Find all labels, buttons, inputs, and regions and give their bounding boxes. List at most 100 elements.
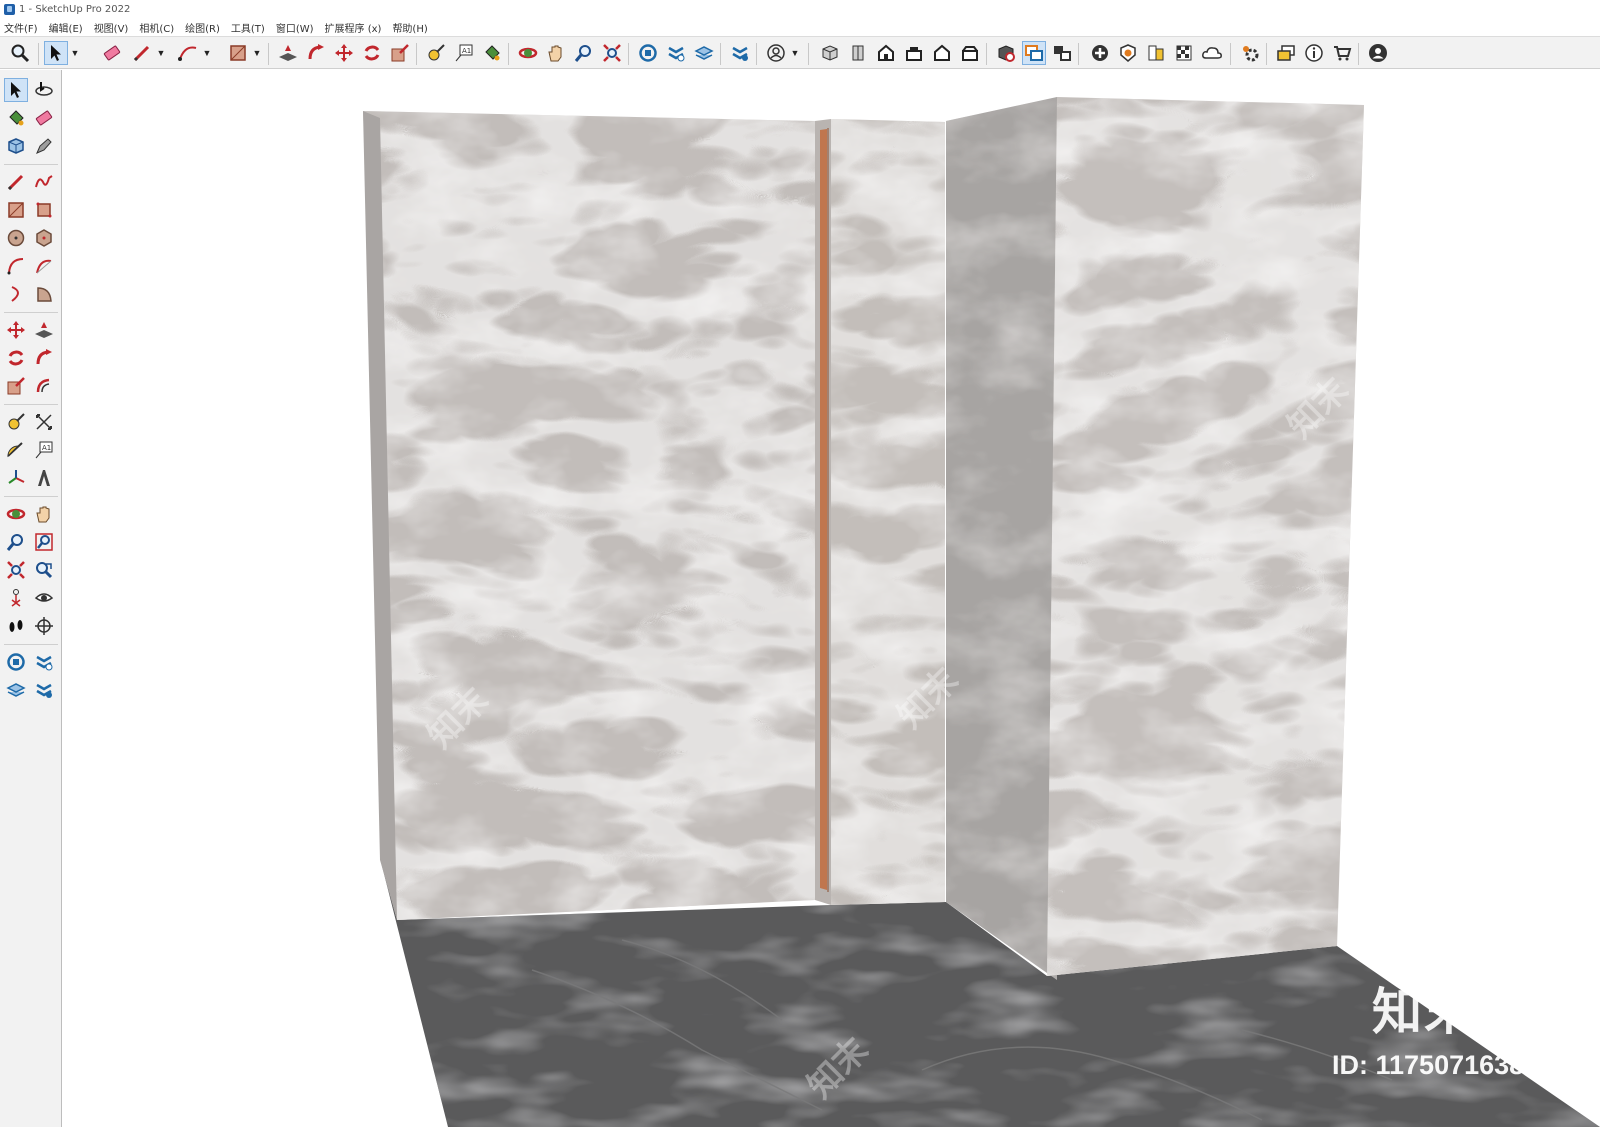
dimension-icon[interactable]: [32, 410, 56, 434]
pie-icon[interactable]: [32, 282, 56, 306]
scale-icon[interactable]: [4, 374, 28, 398]
eraser-icon[interactable]: [100, 41, 124, 65]
rectangle-icon[interactable]: [226, 41, 250, 65]
zoom-extents-icon[interactable]: [600, 41, 624, 65]
settings-icon[interactable]: [1238, 41, 1262, 65]
look-around-icon[interactable]: [32, 586, 56, 610]
menu-file[interactable]: 文件(F): [4, 20, 38, 35]
zoom-window-icon[interactable]: [32, 530, 56, 554]
pencil-line-icon[interactable]: [130, 41, 154, 65]
pan-icon[interactable]: [32, 502, 56, 526]
iso-view-icon[interactable]: [818, 41, 842, 65]
3d-text-icon[interactable]: [32, 466, 56, 490]
zoom-icon[interactable]: [4, 530, 28, 554]
paint-bucket-icon[interactable]: [480, 41, 504, 65]
account-icon[interactable]: [764, 41, 788, 65]
text-icon[interactable]: A1: [32, 438, 56, 462]
add-location-icon[interactable]: [1088, 41, 1112, 65]
pencil-icon[interactable]: [4, 170, 28, 194]
freehand-icon[interactable]: [32, 170, 56, 194]
line-dropdown-icon[interactable]: ▼: [156, 41, 166, 65]
groups-icon[interactable]: [1050, 41, 1074, 65]
rectangle-icon[interactable]: [4, 198, 28, 222]
follow-me-icon[interactable]: [32, 346, 56, 370]
circle-icon[interactable]: [4, 226, 28, 250]
back-view-icon[interactable]: [930, 41, 954, 65]
protractor-icon[interactable]: [4, 438, 28, 462]
menu-help[interactable]: 帮助(H): [392, 20, 427, 35]
push-pull-icon[interactable]: [32, 318, 56, 342]
section-plane-icon[interactable]: [32, 614, 56, 638]
components-icon[interactable]: [1022, 41, 1046, 65]
previous-view-icon[interactable]: [32, 558, 56, 582]
orbit-icon[interactable]: [516, 41, 540, 65]
model-viewport[interactable]: 知末 知末 知末 知末 知末 知末 知末 知末 ID: 1175071638: [62, 70, 1600, 1127]
extension-warehouse-icon[interactable]: [664, 41, 688, 65]
extension-manager-icon[interactable]: [728, 41, 752, 65]
select-icon[interactable]: [44, 41, 68, 65]
arc-icon[interactable]: [176, 41, 200, 65]
move-icon[interactable]: [332, 41, 356, 65]
paint-bucket-icon[interactable]: [4, 106, 28, 130]
scale-icon[interactable]: [388, 41, 412, 65]
account-dropdown-icon[interactable]: ▼: [790, 41, 800, 65]
warehouse-icon[interactable]: [4, 650, 28, 674]
3d-scene: 知末 知末 知末 知末 知末 知末 知末: [90, 97, 1600, 1127]
menu-window[interactable]: 窗口(W): [276, 20, 314, 35]
tape-measure-icon[interactable]: [424, 41, 448, 65]
rotated-rectangle-icon[interactable]: [32, 198, 56, 222]
push-pull-icon[interactable]: [276, 41, 300, 65]
component-icon[interactable]: [4, 134, 28, 158]
arc-dropdown-icon[interactable]: ▼: [202, 41, 212, 65]
menu-draw[interactable]: 绘图(R): [185, 20, 220, 35]
xray-icon[interactable]: [994, 41, 1018, 65]
right-view-icon[interactable]: [902, 41, 926, 65]
zoom-window-icon[interactable]: [572, 41, 596, 65]
materials-icon[interactable]: [1172, 41, 1196, 65]
tape-icon[interactable]: [32, 134, 56, 158]
follow-me-icon[interactable]: [304, 41, 328, 65]
orbit-tool-icon[interactable]: [4, 502, 28, 526]
layout-icon[interactable]: [692, 41, 716, 65]
text-icon[interactable]: A1: [452, 41, 476, 65]
3d-warehouse-icon[interactable]: [636, 41, 660, 65]
walk-icon[interactable]: [4, 614, 28, 638]
zoom-icon[interactable]: [8, 41, 32, 65]
eraser-icon[interactable]: [32, 106, 56, 130]
left-view-icon[interactable]: [958, 41, 982, 65]
styles-icon[interactable]: [1144, 41, 1168, 65]
tape-measure-icon[interactable]: [4, 410, 28, 434]
menu-extensions[interactable]: 扩展程序 (x): [325, 20, 382, 35]
layout-icon[interactable]: [4, 678, 28, 702]
shape-dropdown-icon[interactable]: ▼: [252, 41, 262, 65]
orbit-icon[interactable]: [32, 78, 56, 102]
pan-icon[interactable]: [544, 41, 568, 65]
menu-camera[interactable]: 相机(C): [139, 20, 174, 35]
shadows-icon[interactable]: [1116, 41, 1140, 65]
menu-edit[interactable]: 编辑(E): [49, 20, 83, 35]
top-view-icon[interactable]: [846, 41, 870, 65]
profile-icon[interactable]: [1366, 41, 1390, 65]
extension-icon[interactable]: [32, 650, 56, 674]
rotate-icon[interactable]: [360, 41, 384, 65]
menu-view[interactable]: 视图(V): [94, 20, 129, 35]
scenes-icon[interactable]: [1274, 41, 1298, 65]
menu-tools[interactable]: 工具(T): [231, 20, 265, 35]
zoom-extents-icon[interactable]: [4, 558, 28, 582]
position-camera-icon[interactable]: [4, 586, 28, 610]
arc-icon[interactable]: [4, 254, 28, 278]
axes-icon[interactable]: [4, 466, 28, 490]
move-icon[interactable]: [4, 318, 28, 342]
cloud-icon[interactable]: [1200, 41, 1224, 65]
select-dropdown-icon[interactable]: ▼: [70, 41, 80, 65]
cart-icon[interactable]: [1330, 41, 1354, 65]
three-point-arc-icon[interactable]: [4, 282, 28, 306]
two-point-arc-icon[interactable]: [32, 254, 56, 278]
rotate-icon[interactable]: [4, 346, 28, 370]
polygon-icon[interactable]: [32, 226, 56, 250]
offset-icon[interactable]: [32, 374, 56, 398]
select-icon[interactable]: [4, 78, 28, 102]
info-icon[interactable]: [1302, 41, 1326, 65]
manager-icon[interactable]: [32, 678, 56, 702]
front-view-icon[interactable]: [874, 41, 898, 65]
